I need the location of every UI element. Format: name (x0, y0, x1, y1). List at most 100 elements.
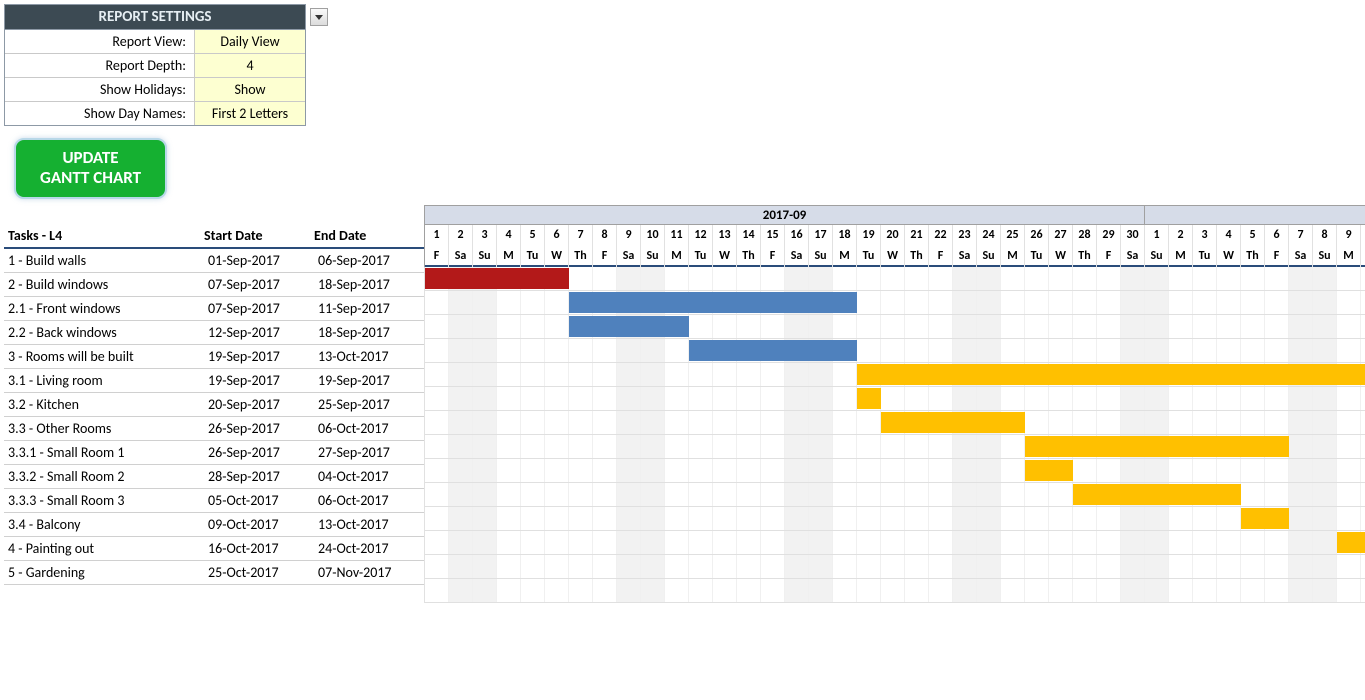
day-name-cell: Sa (1289, 245, 1313, 267)
table-row[interactable]: 3.1 - Living room19-Sep-201719-Sep-2017 (4, 369, 424, 393)
gantt-bar[interactable] (1241, 508, 1289, 529)
day-name-cell: W (713, 245, 737, 267)
update-button-line2: GANTT CHART (40, 167, 141, 188)
task-end-cell: 25-Sep-2017 (314, 396, 424, 413)
gantt-bar-row (425, 267, 1365, 291)
day-name-cell: F (593, 245, 617, 267)
day-number-cell: 6 (545, 225, 569, 245)
update-button-line1: UPDATE (62, 147, 118, 168)
day-name-cell: W (545, 245, 569, 267)
day-number-cell: 6 (1265, 225, 1289, 245)
day-name-cell: M (1337, 245, 1361, 267)
table-row[interactable]: 1 - Build walls01-Sep-201706-Sep-2017 (4, 249, 424, 273)
task-start-cell: 07-Sep-2017 (204, 300, 314, 317)
day-name-cell: Th (1241, 245, 1265, 267)
day-number-cell: 3 (1193, 225, 1217, 245)
gantt-bar[interactable] (1337, 532, 1365, 553)
gantt-bar[interactable] (569, 292, 857, 313)
gantt-chart: Tasks - L4 Start Date End Date 1 - Build… (4, 205, 1365, 603)
table-row[interactable]: 3.3 - Other Rooms26-Sep-201706-Oct-2017 (4, 417, 424, 441)
task-name-cell: 2.2 - Back windows (4, 324, 204, 341)
day-number-cell: 5 (1241, 225, 1265, 245)
task-start-cell: 05-Oct-2017 (204, 492, 314, 509)
task-name-cell: 3.3.1 - Small Room 1 (4, 444, 204, 461)
table-row[interactable]: 3.2 - Kitchen20-Sep-201725-Sep-2017 (4, 393, 424, 417)
update-gantt-chart-button[interactable]: UPDATE GANTT CHART (14, 138, 167, 199)
table-row[interactable]: 3.3.3 - Small Room 305-Oct-201706-Oct-20… (4, 489, 424, 513)
settings-value[interactable]: 4 (195, 54, 305, 77)
task-end-cell: 18-Sep-2017 (314, 324, 424, 341)
day-name-cell: M (1169, 245, 1193, 267)
day-name-cell: Tu (689, 245, 713, 267)
day-number-cell: 9 (1337, 225, 1361, 245)
day-name-cell: Sa (1121, 245, 1145, 267)
day-number-cell: 20 (881, 225, 905, 245)
task-start-cell: 09-Oct-2017 (204, 516, 314, 533)
gantt-bar[interactable] (1073, 484, 1241, 505)
task-name-cell: 3.3 - Other Rooms (4, 420, 204, 437)
settings-row: Report Depth:4 (5, 53, 305, 77)
day-name-cell: Th (905, 245, 929, 267)
day-name-cell: M (1001, 245, 1025, 267)
table-row[interactable]: 2 - Build windows07-Sep-201718-Sep-2017 (4, 273, 424, 297)
gantt-timeline: 2017-09 12345678910111213141516171819202… (424, 205, 1365, 603)
task-start-cell: 12-Sep-2017 (204, 324, 314, 341)
task-name-cell: 3 - Rooms will be built (4, 348, 204, 365)
task-start-cell: 26-Sep-2017 (204, 444, 314, 461)
day-number-cell: 14 (737, 225, 761, 245)
table-row[interactable]: 3 - Rooms will be built19-Sep-201713-Oct… (4, 345, 424, 369)
settings-row: Show Day Names:First 2 Letters (5, 101, 305, 125)
table-row[interactable]: 3.3.2 - Small Room 228-Sep-201704-Oct-20… (4, 465, 424, 489)
task-name-cell: 3.1 - Living room (4, 372, 204, 389)
day-number-cell: 9 (617, 225, 641, 245)
gantt-bar[interactable] (857, 388, 881, 409)
day-name-cell: M (497, 245, 521, 267)
settings-value[interactable]: First 2 Letters (195, 102, 305, 125)
task-end-cell: 06-Oct-2017 (314, 420, 424, 437)
day-number-cell: 19 (857, 225, 881, 245)
day-name-cell: Tu (521, 245, 545, 267)
task-name-cell: 2 - Build windows (4, 276, 204, 293)
gantt-bar-row (425, 507, 1365, 531)
gantt-bar-row (425, 555, 1365, 579)
task-start-cell: 16-Oct-2017 (204, 540, 314, 557)
gantt-bar[interactable] (857, 364, 1365, 385)
gantt-bar[interactable] (425, 268, 569, 289)
settings-value[interactable]: Daily View (195, 30, 305, 53)
gantt-bar[interactable] (881, 412, 1025, 433)
table-row[interactable]: 4 - Painting out16-Oct-201724-Oct-2017 (4, 537, 424, 561)
gantt-bar[interactable] (1025, 460, 1073, 481)
day-name-cell: F (1097, 245, 1121, 267)
day-name-cell: W (1049, 245, 1073, 267)
day-number-cell: 13 (713, 225, 737, 245)
task-end-cell: 04-Oct-2017 (314, 468, 424, 485)
day-number-cell: 2 (1169, 225, 1193, 245)
gantt-bar-row (425, 291, 1365, 315)
task-end-cell: 18-Sep-2017 (314, 276, 424, 293)
task-start-cell: 28-Sep-2017 (204, 468, 314, 485)
day-number-cell: 12 (689, 225, 713, 245)
table-row[interactable]: 2.2 - Back windows12-Sep-201718-Sep-2017 (4, 321, 424, 345)
day-name-cell: F (1265, 245, 1289, 267)
day-number-cell: 30 (1121, 225, 1145, 245)
gantt-bar[interactable] (1025, 436, 1289, 457)
task-start-cell: 07-Sep-2017 (204, 276, 314, 293)
day-number-cell: 5 (521, 225, 545, 245)
gantt-bar[interactable] (689, 340, 857, 361)
day-number-cell: 22 (929, 225, 953, 245)
day-name-cell: F (425, 245, 449, 267)
table-row[interactable]: 2.1 - Front windows07-Sep-201711-Sep-201… (4, 297, 424, 321)
gantt-bar-row (425, 459, 1365, 483)
task-end-cell: 06-Sep-2017 (314, 252, 424, 269)
day-number-cell: 21 (905, 225, 929, 245)
day-name-cell: Sa (953, 245, 977, 267)
report-view-dropdown-button[interactable] (310, 8, 328, 26)
table-row[interactable]: 5 - Gardening25-Oct-201707-Nov-2017 (4, 561, 424, 585)
gantt-bar[interactable] (569, 316, 689, 337)
day-number-cell: 25 (1001, 225, 1025, 245)
day-number-cell: 24 (977, 225, 1001, 245)
table-row[interactable]: 3.4 - Balcony09-Oct-201713-Oct-2017 (4, 513, 424, 537)
table-row[interactable]: 3.3.1 - Small Room 126-Sep-201727-Sep-20… (4, 441, 424, 465)
task-name-cell: 3.3.2 - Small Room 2 (4, 468, 204, 485)
settings-value[interactable]: Show (195, 78, 305, 101)
